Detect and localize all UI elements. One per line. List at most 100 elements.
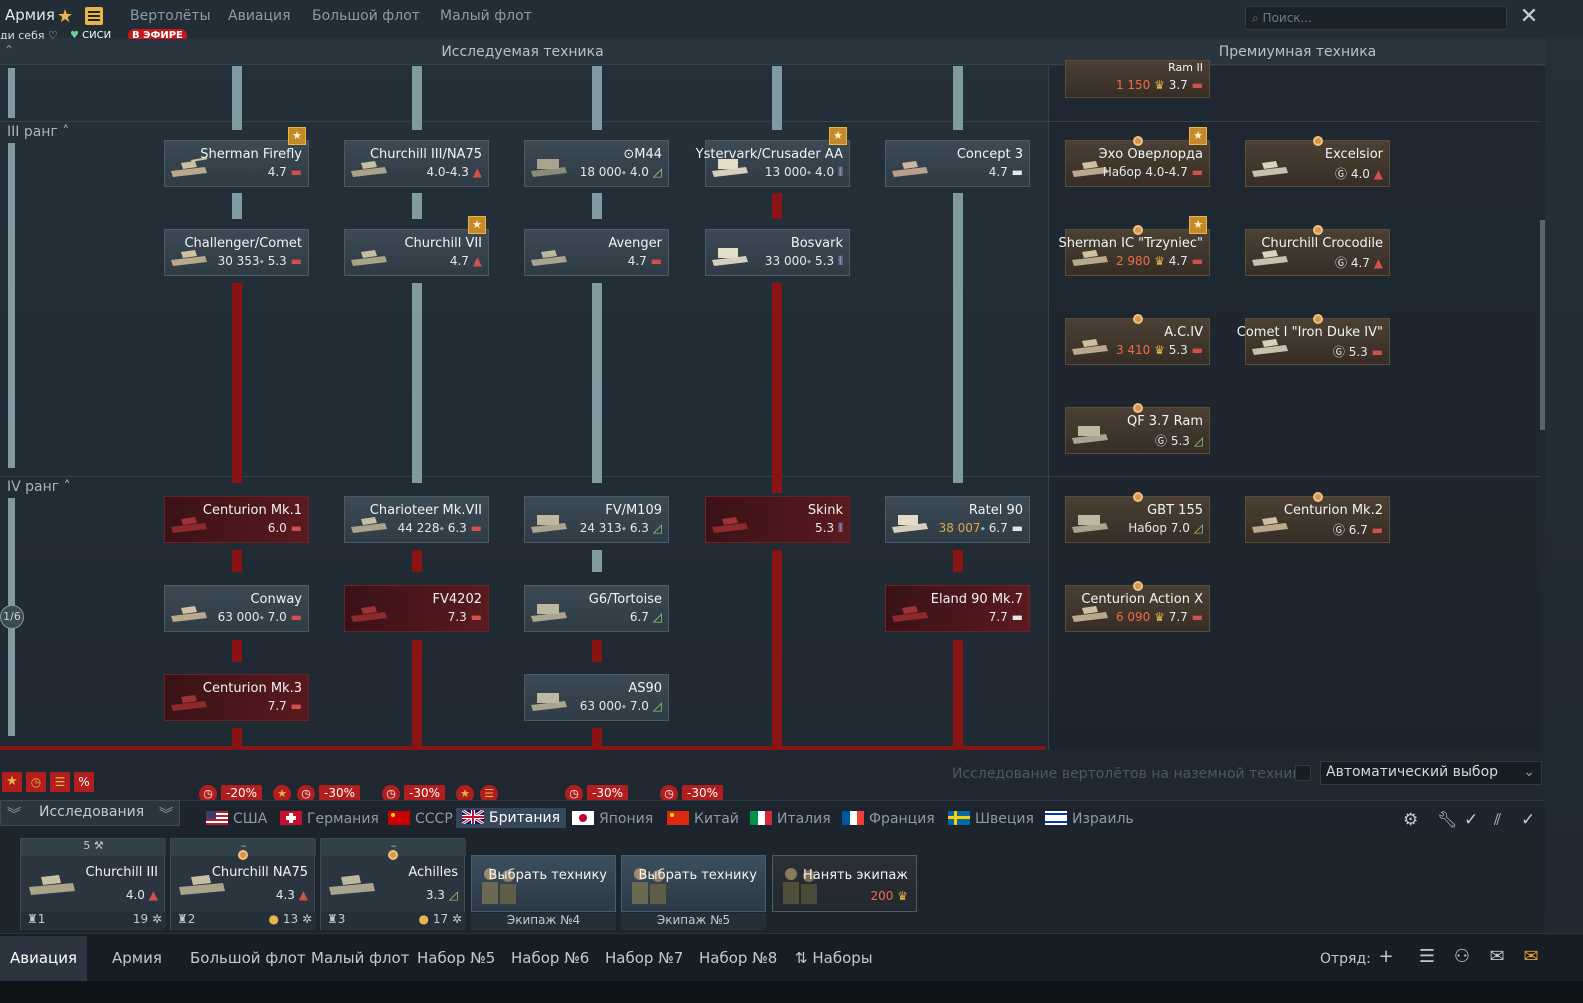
choose-vehicle-button-4[interactable]: Выбрать технику (471, 855, 616, 912)
premium-card-echo-overlord[interactable]: ★ Эхо Оверлорда Набор 4.0-4.7 ▬ (1065, 127, 1210, 187)
crew-slot-3[interactable]: – Achilles 3.3 ◿ ♜3 ● 17 ✲ (320, 838, 466, 930)
chat-icon[interactable]: ✉ (1485, 946, 1509, 970)
friends-icon[interactable]: ⚇ (1450, 946, 1474, 970)
star-bonus-icon[interactable]: ★ (2, 772, 22, 792)
auto-research-checkbox[interactable] (1295, 765, 1311, 781)
tank-icon (349, 594, 389, 624)
gear-icon: ✲ (151, 912, 162, 926)
vehicle-card-ratel-90[interactable]: Ratel 90 38 007⬩ 6.7 ▬ (885, 496, 1030, 543)
vehicle-card-sherman-firefly[interactable]: ★ Sherman Firefly 4.7 ▬ (164, 127, 309, 187)
flag-ussr-icon (388, 811, 410, 825)
nation-tab-israel[interactable]: Израиль (1045, 811, 1134, 827)
nation-tab-france[interactable]: Франция (842, 811, 935, 827)
aa-class-icon: ⫴ (837, 165, 843, 179)
bottom-tab-preset-5[interactable]: Набор №5 (417, 949, 495, 967)
checkmark-icon[interactable]: ✓ (1464, 810, 1478, 830)
nation-tab-germany[interactable]: Германия (280, 811, 379, 827)
bottom-tab-army[interactable]: Армия (112, 949, 162, 967)
checkmark-all-icon[interactable]: ✓ (1521, 810, 1535, 830)
research-button[interactable]: ︾ Исследования ︾ (0, 800, 180, 826)
crew-slot-1[interactable]: 5 ⚒ Churchill III 4.0 ▲ ♜1 19 ✲ (20, 838, 166, 930)
gear-icon[interactable]: ⚙ (1403, 810, 1418, 830)
vehicle-card-charioteer[interactable]: Charioteer Mk.VII 44 228⬩ 6.3 ▬ (344, 496, 489, 543)
tab-small-fleet[interactable]: Малый флот (440, 8, 532, 24)
vehicle-card-conway[interactable]: Conway 63 000⬩ 7.0 ▬ (164, 585, 309, 632)
bottom-tab-preset-6[interactable]: Набор №6 (511, 949, 589, 967)
discount-icon[interactable]: % (74, 772, 94, 792)
premium-card-comet-iron-duke[interactable]: Comet I "Iron Duke IV" Ⓖ 5.3 ▬ (1237, 314, 1390, 365)
spg-icon (1070, 416, 1110, 446)
tree-line-locked (772, 550, 782, 750)
tank-destroyer-icon (327, 861, 377, 897)
vehicle-card-churchill-iii-na75[interactable]: Churchill III/NA75 4.0-4.3 ▲ (344, 140, 489, 187)
premium-card-sherman-trzyniec[interactable]: ★ Sherman IC "Trzyniec" 2 980 ♛ 4.7 ▬ (1059, 216, 1210, 276)
nation-tab-sweden[interactable]: Швеция (948, 811, 1034, 827)
nation-tab-usa[interactable]: США (206, 811, 267, 827)
premium-card-churchill-crocodile[interactable]: Churchill Crocodile Ⓖ 4.7 ▲ (1245, 225, 1390, 276)
vehicle-card-churchill-vii[interactable]: ★ Churchill VII 4.7 ▲ (344, 216, 489, 276)
bottom-tab-big-fleet[interactable]: Большой флот (190, 949, 306, 967)
vehicle-card-centurion-mk1[interactable]: Centurion Mk.1 6.0 ▬ (164, 496, 309, 543)
premium-card-qf-37-ram[interactable]: QF 3.7 Ram Ⓖ 5.3 ◿ (1065, 403, 1210, 454)
vehicle-card-eland-90[interactable]: Eland 90 Mk.7 7.7 ▬ (885, 585, 1030, 632)
vehicle-card-as90[interactable]: AS90 63 000⬩ 7.0 ◿ (524, 674, 669, 721)
br-value: 4.7 (267, 165, 287, 179)
vehicle-card-bosvark[interactable]: Bosvark 33 000⬩ 5.3 ⫴ (705, 229, 850, 276)
sort-arrows-icon: ⇅ (795, 949, 813, 967)
crew-slot-2[interactable]: – Churchill NA75 4.3 ▲ ♜2 ● 13 ✲ (170, 838, 316, 930)
vehicle-card-ystervark[interactable]: ★ Ystervark/Crusader AA 13 000⬩ 4.0 ⫴ (696, 127, 850, 187)
vehicle-card-fv-m109[interactable]: FV/M109 24 313⬩ 6.3 ◿ (524, 496, 669, 543)
page-marker[interactable]: 1/6 (0, 605, 24, 629)
tab-aviation[interactable]: Авиация (228, 8, 291, 24)
nation-tab-britain[interactable]: Британия (456, 808, 566, 828)
vehicle-card-concept-3[interactable]: Concept 3 4.7 ▬ (885, 140, 1030, 187)
list-icon[interactable]: ☰ (1415, 946, 1439, 970)
bottom-tab-preset-7[interactable]: Набор №7 (605, 949, 683, 967)
tab-big-fleet[interactable]: Большой флот (312, 8, 420, 24)
timer-bonus-icon[interactable]: ◷ (26, 772, 46, 792)
tank-class-icon: ▲ (472, 165, 482, 179)
hire-crew-button[interactable]: Нанять экипаж 200 ♛ (772, 855, 917, 912)
bottom-tab-preset-8[interactable]: Набор №8 (699, 949, 777, 967)
tree-line (592, 550, 602, 572)
scrollbar-thumb[interactable] (1540, 220, 1545, 430)
vehicle-card-fv4202[interactable]: FV4202 7.3 ▬ (344, 585, 489, 632)
nation-tab-italy[interactable]: Италия (750, 811, 831, 827)
premium-card-gbt-155[interactable]: GBT 155 Набор 7.0 ◿ (1065, 492, 1210, 543)
add-squad-icon[interactable]: + (1374, 946, 1398, 970)
tank-icon (890, 149, 930, 179)
nation-tab-china[interactable]: Китай (667, 811, 739, 827)
vehicle-card-g6-tortoise[interactable]: G6/Tortoise 6.7 ◿ (524, 585, 669, 632)
wrench-icon[interactable]: 🔧︎ (1437, 810, 1457, 829)
vehicle-card-m44[interactable]: ⊙M44 18 000⬩ 4.0 ◿ (524, 140, 669, 187)
repair-all-icon[interactable]: ⫽ (1494, 810, 1501, 830)
close-icon[interactable]: ✕ (1516, 4, 1542, 30)
rank-3-label[interactable]: III ранг ˄ (7, 124, 69, 140)
tree-line (232, 193, 242, 219)
tank-icon (349, 238, 389, 268)
premium-card-centurion-action-x[interactable]: Centurion Action X 6 090 ♛ 7.7 ▬ (1065, 581, 1210, 632)
premium-card-aciv[interactable]: A.C.IV 3 410 ♛ 5.3 ▬ (1065, 314, 1210, 365)
star-icon[interactable]: ★ (57, 6, 73, 27)
search-input[interactable]: ⌕ Поиск... (1245, 6, 1507, 30)
rank-4-label[interactable]: IV ранг ˄ (7, 479, 71, 495)
vehicle-card-challenger-comet[interactable]: Challenger/Comet 30 353⬩ 5.3 ▬ (164, 229, 309, 276)
nation-tab-japan[interactable]: Япония (572, 811, 653, 827)
premium-card-ram-ii[interactable]: 1 150 ♛ 3.7 ▬ Ram II (1065, 60, 1210, 98)
choose-vehicle-button-5[interactable]: Выбрать технику (621, 855, 766, 912)
bottom-tab-presets[interactable]: ⇅ Наборы (795, 949, 873, 967)
auto-select-dropdown[interactable]: Автоматический выбор ⌄ (1320, 761, 1542, 785)
list-icon[interactable] (85, 7, 103, 25)
premium-card-excelsior[interactable]: Excelsior Ⓖ 4.0 ▲ (1245, 136, 1390, 187)
vehicle-card-avenger[interactable]: Avenger 4.7 ▬ (524, 229, 669, 276)
vehicle-card-centurion-mk3[interactable]: Centurion Mk.3 7.7 ▬ (164, 674, 309, 721)
tab-helicopters[interactable]: Вертолёты (130, 8, 211, 24)
list-bonus-icon[interactable]: ☰ (50, 772, 70, 792)
bottom-tab-aviation[interactable]: Авиация (0, 936, 88, 981)
bottom-tab-small-fleet[interactable]: Малый флот (311, 949, 409, 967)
nation-tab-ussr[interactable]: СССР (388, 811, 453, 827)
premium-card-centurion-mk2[interactable]: Centurion Mk.2 Ⓖ 6.7 ▬ (1245, 492, 1390, 543)
vehicle-card-skink[interactable]: Skink 5.3 ⫴ (705, 496, 850, 543)
mail-icon[interactable]: ✉ (1519, 946, 1543, 970)
spg-icon (529, 505, 569, 535)
